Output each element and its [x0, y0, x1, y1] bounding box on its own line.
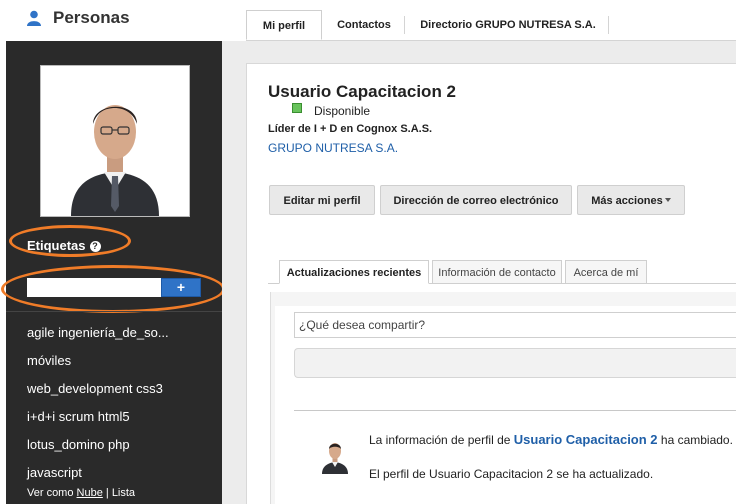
divider — [294, 410, 736, 411]
entry-avatar[interactable] — [319, 437, 351, 474]
tab-separator — [608, 16, 609, 34]
avatar — [319, 437, 351, 474]
divider — [6, 311, 222, 312]
status-indicator-icon — [292, 103, 302, 113]
highlight-oval-input — [1, 265, 225, 313]
avatar — [41, 66, 189, 216]
tag-item[interactable]: móviles — [27, 347, 169, 375]
tag-item[interactable]: lotus_domino php — [27, 431, 169, 459]
tab-informacion-contacto[interactable]: Información de contacto — [432, 260, 562, 284]
chevron-down-icon — [664, 198, 671, 202]
tag-item[interactable]: agile ingeniería_de_so... — [27, 319, 169, 347]
top-tab-bar: Mi perfil Contactos Directorio GRUPO NUT… — [246, 0, 736, 41]
entry-suffix: ha cambiado. — [660, 433, 733, 447]
tag-list: agile ingeniería_de_so... móviles web_de… — [27, 319, 169, 487]
entry-detail: El perfil de Usuario Capacitacion 2 se h… — [369, 467, 654, 481]
edit-profile-button[interactable]: Editar mi perfil — [269, 185, 375, 215]
profile-name: Usuario Capacitacion 2 — [268, 82, 457, 101]
email-button[interactable]: Dirección de correo electrónico — [380, 185, 572, 215]
profile-photo[interactable] — [40, 65, 190, 217]
highlight-oval-tags — [9, 225, 131, 257]
tab-contactos[interactable]: Contactos — [326, 10, 402, 40]
status-text: Disponible — [314, 104, 371, 118]
tag-item[interactable]: i+d+i scrum html5 — [27, 403, 169, 431]
app-header: Personas — [0, 0, 246, 40]
compose-area[interactable] — [294, 348, 736, 378]
person-icon — [27, 10, 41, 26]
more-actions-label: Más acciones — [591, 195, 663, 207]
view-as: Ver como Nube | Lista — [27, 487, 135, 499]
entry-summary: La información de perfil de Usuario Capa… — [369, 432, 733, 447]
tab-actualizaciones[interactable]: Actualizaciones recientes — [279, 260, 429, 284]
sidebar: Etiquetas? + agile ingeniería_de_so... m… — [1, 41, 225, 504]
view-as-label: Ver como — [27, 487, 74, 499]
tab-mi-perfil[interactable]: Mi perfil — [246, 10, 322, 40]
tab-directorio[interactable]: Directorio GRUPO NUTRESA S.A. — [410, 10, 606, 40]
entry-prefix: La información de perfil de — [369, 433, 511, 447]
share-input[interactable] — [294, 312, 736, 338]
view-separator: | — [105, 487, 109, 499]
tag-item[interactable]: javascript — [27, 459, 169, 487]
more-actions-button[interactable]: Más acciones — [577, 185, 685, 215]
entry-user-link[interactable]: Usuario Capacitacion 2 — [514, 432, 658, 447]
tab-separator — [404, 16, 405, 34]
view-list-link[interactable]: Lista — [112, 487, 135, 499]
job-title: Líder de I + D en Cognox S.A.S. — [268, 123, 433, 135]
organization-link[interactable]: GRUPO NUTRESA S.A. — [268, 141, 398, 155]
tag-item[interactable]: web_development css3 — [27, 375, 169, 403]
app-title: Personas — [53, 8, 130, 27]
tab-acerca-de-mi[interactable]: Acerca de mí — [565, 260, 647, 284]
view-cloud-link[interactable]: Nube — [77, 487, 103, 499]
